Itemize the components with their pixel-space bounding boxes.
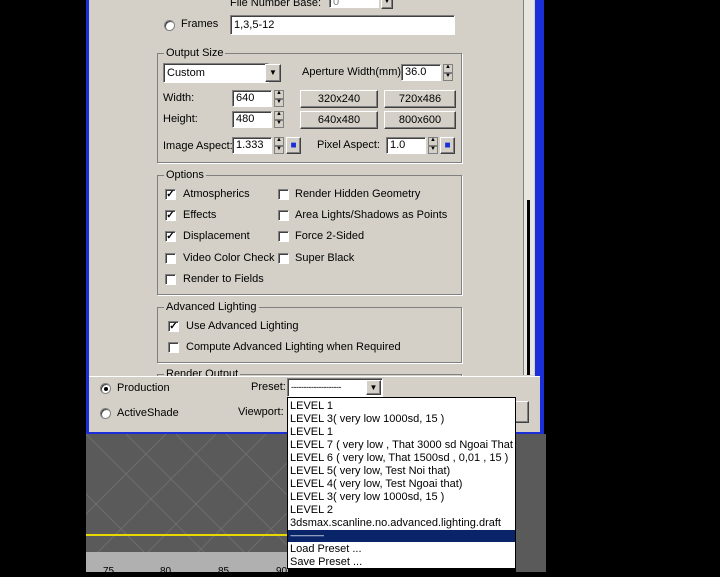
- advanced-lighting-group: Advanced Lighting: [157, 301, 462, 363]
- area-lights-shadows-label: Area Lights/Shadows as Points: [295, 209, 448, 221]
- render-scene-dialog: File Number Base: 0 ▼ Frames 1,3,5-12 Ou…: [89, 0, 535, 430]
- preset-option[interactable]: LEVEL 4( very low, Test Ngoai that): [290, 478, 462, 491]
- options-legend: Options: [164, 169, 206, 181]
- preset-720x486-button[interactable]: 720x486: [384, 90, 456, 108]
- atmospherics-label: Atmospherics: [183, 188, 250, 200]
- aperture-width-label: Aperture Width(mm):: [302, 66, 405, 78]
- compute-advanced-lighting-checkbox[interactable]: [168, 342, 179, 353]
- frames-input[interactable]: 1,3,5-12: [230, 15, 455, 35]
- image-aspect-label: Image Aspect:: [163, 140, 233, 152]
- time-ruler[interactable]: [86, 552, 288, 572]
- height-spinner[interactable]: ▲ ▼: [274, 111, 284, 128]
- displacement-checkbox[interactable]: ✓: [165, 231, 176, 242]
- pixel-aspect-spinner[interactable]: ▲ ▼: [428, 137, 438, 154]
- frames-label: Frames: [181, 18, 219, 30]
- preset-option[interactable]: LEVEL 2: [290, 504, 333, 517]
- pixel-aspect-lock-button[interactable]: ■: [440, 137, 455, 154]
- super-black-label: Super Black: [295, 252, 355, 264]
- output-size-legend: Output Size: [164, 47, 226, 59]
- effects-checkbox[interactable]: ✓: [165, 210, 176, 221]
- super-black-checkbox[interactable]: [278, 253, 289, 264]
- render-to-fields-label: Render to Fields: [183, 273, 264, 285]
- activeshade-radio[interactable]: [100, 408, 111, 419]
- pixel-aspect-label: Pixel Aspect:: [317, 139, 380, 151]
- width-spinner[interactable]: ▲ ▼: [274, 90, 284, 107]
- file-number-base-dropdown[interactable]: ▼: [381, 0, 393, 9]
- aperture-width-input[interactable]: 36.0: [401, 64, 441, 81]
- use-advanced-lighting-label: Use Advanced Lighting: [186, 320, 299, 332]
- width-input[interactable]: 640: [232, 90, 272, 107]
- width-label: Width:: [163, 92, 195, 104]
- frames-radio[interactable]: [164, 20, 175, 31]
- viewport-label: Viewport:: [238, 406, 284, 418]
- render-button-partial[interactable]: [515, 401, 529, 423]
- video-color-check-checkbox[interactable]: [165, 253, 176, 264]
- area-lights-shadows-checkbox[interactable]: [278, 210, 289, 221]
- preset-option[interactable]: LEVEL 1: [290, 400, 333, 413]
- render-to-fields-checkbox[interactable]: [165, 274, 176, 285]
- right-viewport-strip: [516, 434, 546, 572]
- aperture-width-spinner[interactable]: ▲ ▼: [443, 64, 453, 81]
- preset-option[interactable]: LEVEL 5( very low, Test Noi that): [290, 465, 450, 478]
- effects-label: Effects: [183, 209, 217, 221]
- preset-option[interactable]: LEVEL 7 ( very low , That 3000 sd Ngoai …: [290, 439, 515, 452]
- force-2-sided-label: Force 2-Sided: [295, 230, 365, 242]
- preset-option[interactable]: 3dsmax.scanline.no.advanced.lighting.dra…: [290, 517, 501, 530]
- force-2-sided-checkbox[interactable]: [278, 231, 289, 242]
- save-preset-option[interactable]: Save Preset ...: [290, 556, 362, 568]
- image-aspect-input[interactable]: 1.333: [232, 137, 272, 154]
- production-label: Production: [117, 382, 170, 394]
- use-advanced-lighting-checkbox[interactable]: ✓: [168, 321, 179, 332]
- height-input[interactable]: 480: [232, 111, 272, 128]
- preset-640x480-button[interactable]: 640x480: [300, 111, 378, 129]
- preset-option[interactable]: LEVEL 3( very low 1000sd, 15 ): [290, 491, 444, 504]
- preset-800x600-button[interactable]: 800x600: [384, 111, 456, 129]
- preset-option[interactable]: LEVEL 3( very low 1000sd, 15 ): [290, 413, 444, 426]
- output-size-preset-select[interactable]: Custom: [163, 63, 269, 83]
- compute-advanced-lighting-label: Compute Advanced Lighting when Required: [186, 341, 401, 353]
- activeshade-label: ActiveShade: [117, 407, 179, 419]
- atmospherics-checkbox[interactable]: ✓: [165, 189, 176, 200]
- render-hidden-geometry-label: Render Hidden Geometry: [295, 188, 421, 200]
- advanced-lighting-legend: Advanced Lighting: [164, 301, 259, 313]
- pixel-aspect-input[interactable]: 1.0: [386, 137, 426, 154]
- height-label: Height:: [163, 113, 198, 125]
- preset-option-selected[interactable]: --------------------: [288, 530, 515, 542]
- video-color-check-label: Video Color Check: [183, 252, 275, 264]
- load-preset-option[interactable]: Load Preset ...: [290, 543, 362, 556]
- preset-select-arrow[interactable]: ▼: [366, 380, 381, 395]
- image-aspect-spinner[interactable]: ▲ ▼: [274, 137, 284, 154]
- preset-label: Preset:: [251, 381, 286, 393]
- output-size-preset-arrow[interactable]: ▼: [265, 64, 281, 82]
- image-aspect-lock-button[interactable]: ■: [286, 137, 301, 154]
- dialog-scrollbar[interactable]: [523, 0, 534, 375]
- file-number-base-input[interactable]: 0: [329, 0, 379, 8]
- preset-320x240-button[interactable]: 320x240: [300, 90, 378, 108]
- preset-option[interactable]: LEVEL 1: [290, 426, 333, 439]
- scrollbar-thumb[interactable]: [527, 200, 530, 375]
- production-radio[interactable]: [100, 383, 111, 394]
- file-number-base-label: File Number Base:: [230, 0, 322, 9]
- viewport[interactable]: [86, 434, 288, 572]
- displacement-label: Displacement: [183, 230, 250, 242]
- viewport-yellow-line: [86, 534, 288, 536]
- preset-dropdown-list[interactable]: LEVEL 1 LEVEL 3( very low 1000sd, 15 ) L…: [287, 397, 516, 569]
- render-hidden-geometry-checkbox[interactable]: [278, 189, 289, 200]
- preset-option[interactable]: LEVEL 6 ( very low, That 1500sd , 0,01 ,…: [290, 452, 508, 465]
